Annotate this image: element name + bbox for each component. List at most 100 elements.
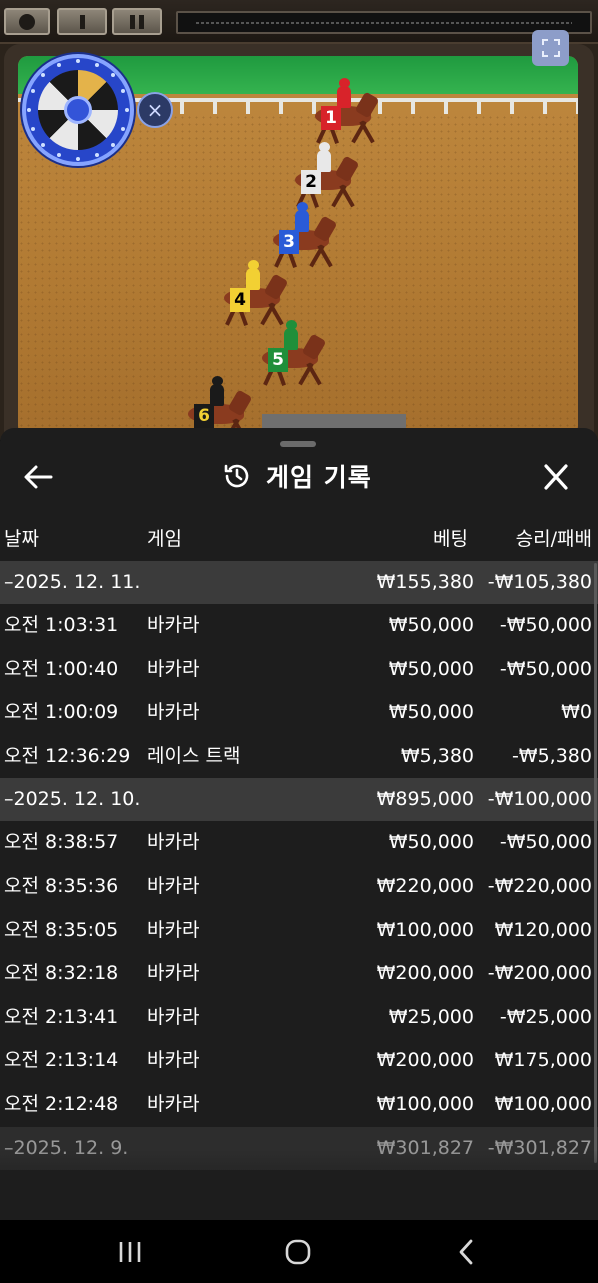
horse-number-badge: 2 <box>301 170 321 194</box>
row-win-loss: -₩220,000 <box>487 874 592 897</box>
row-game: 바카라 <box>147 701 200 724</box>
row-time: 오전 8:38:57 <box>4 831 119 854</box>
horse-number-badge: 1 <box>321 106 341 130</box>
record-icon <box>19 13 35 30</box>
fullscreen-icon <box>541 39 560 57</box>
row-time: 오전 12:36:29 <box>4 744 131 767</box>
race-ticker <box>176 11 592 34</box>
recent-apps-button[interactable] <box>112 1238 148 1266</box>
spin-wheel[interactable] <box>22 54 134 166</box>
column-header-win-loss: 승리/패배 <box>515 528 592 550</box>
row-bet: ₩50,000 <box>388 701 474 724</box>
sheet-header: 게임 기록 <box>0 448 598 504</box>
horse-number-badge: 3 <box>279 230 299 254</box>
horse-5: 5 <box>254 320 334 390</box>
wheel-close-button[interactable]: × <box>137 92 173 128</box>
horse-4: 4 <box>216 260 296 330</box>
table-header: 날짜 게임 베팅 승리/패배 <box>0 524 598 554</box>
close-icon: × <box>146 98 164 122</box>
game-top-bar <box>0 0 598 44</box>
table-row[interactable]: 오전 12:36:29 레이스 트랙 ₩5,380 -₩5,380 <box>0 735 598 779</box>
date-group-row[interactable]: –2025. 12. 11. ₩155,380 -₩105,380 <box>0 561 598 604</box>
home-icon <box>285 1239 311 1265</box>
table-row[interactable]: 오전 8:35:36 바카라 ₩220,000 -₩220,000 <box>0 865 598 909</box>
single-view-button[interactable] <box>57 8 107 35</box>
row-game: 바카라 <box>147 1092 200 1115</box>
scrollbar[interactable] <box>594 563 597 1163</box>
row-win-loss: -₩200,000 <box>487 962 592 985</box>
table-row[interactable]: 오전 2:13:14 바카라 ₩200,000 ₩175,000 <box>0 1039 598 1083</box>
table-row[interactable]: 오전 2:13:41 바카라 ₩25,000 -₩25,000 <box>0 996 598 1040</box>
date-group-bet-total: ₩155,380 <box>376 571 474 593</box>
history-table-body: –2025. 12. 11. ₩155,380 -₩105,380 오전 1:03:3… <box>0 561 598 1170</box>
table-row[interactable]: 오전 1:00:40 바카라 ₩50,000 -₩50,000 <box>0 648 598 692</box>
table-row[interactable]: 오전 1:03:31 바카라 ₩50,000 -₩50,000 <box>0 604 598 648</box>
row-time: 오전 1:00:09 <box>4 701 119 724</box>
record-button[interactable] <box>4 8 50 35</box>
arrow-left-icon <box>24 465 53 489</box>
home-button[interactable] <box>280 1238 316 1266</box>
row-win-loss: ₩120,000 <box>494 918 592 941</box>
horse-number-badge: 4 <box>230 288 250 312</box>
row-bet: ₩50,000 <box>388 614 474 636</box>
row-game: 바카라 <box>147 962 200 985</box>
row-game: 바카라 <box>147 831 200 854</box>
row-game: 바카라 <box>147 657 200 680</box>
row-bet: ₩25,000 <box>388 1005 474 1028</box>
row-time: 오전 8:32:18 <box>4 962 119 985</box>
history-icon <box>224 464 249 488</box>
row-game: 바카라 <box>147 1049 200 1072</box>
horse-3: 3 <box>265 202 345 272</box>
row-win-loss: ₩0 <box>561 701 592 724</box>
date-group-label: –2025. 12. 11. <box>4 571 141 593</box>
table-row[interactable]: 오전 8:38:57 바카라 ₩50,000 -₩50,000 <box>0 821 598 865</box>
column-header-date: 날짜 <box>4 528 39 550</box>
horse-number-badge: 5 <box>268 348 288 372</box>
pause-icon <box>128 14 146 29</box>
date-group-win-loss-total: -₩105,380 <box>487 571 592 593</box>
sheet-title-group: 게임 기록 <box>222 460 372 492</box>
wheel-hub <box>64 96 92 124</box>
row-bet: ₩100,000 <box>376 918 474 941</box>
system-nav-bar <box>0 1220 598 1283</box>
row-game: 바카라 <box>147 614 200 636</box>
row-time: 오전 1:03:31 <box>4 614 119 636</box>
row-game: 바카라 <box>147 918 200 941</box>
row-win-loss: -₩50,000 <box>499 657 592 680</box>
table-row[interactable]: 오전 8:35:05 바카라 ₩100,000 ₩120,000 <box>0 909 598 953</box>
column-header-game: 게임 <box>147 528 182 550</box>
back-button[interactable] <box>18 462 58 492</box>
table-row[interactable]: 오전 2:12:48 바카라 ₩100,000 ₩100,000 <box>0 1083 598 1127</box>
row-bet: ₩100,000 <box>376 1092 474 1115</box>
horse-number-badge: 6 <box>194 404 214 428</box>
pause-button[interactable] <box>112 8 162 35</box>
row-bet: ₩220,000 <box>376 874 474 897</box>
system-back-button[interactable] <box>452 1238 480 1266</box>
column-header-bet: 베팅 <box>433 528 468 550</box>
row-bet: ₩200,000 <box>376 1049 474 1072</box>
row-bet: ₩200,000 <box>376 962 474 985</box>
table-row[interactable]: 오전 1:00:09 바카라 ₩50,000 ₩0 <box>0 691 598 735</box>
sheet-drag-handle[interactable] <box>280 441 316 447</box>
row-win-loss: ₩100,000 <box>494 1092 592 1115</box>
sheet-title: 게임 기록 <box>266 463 372 492</box>
row-game: 바카라 <box>147 874 200 897</box>
table-row[interactable]: 오전 8:32:18 바카라 ₩200,000 -₩200,000 <box>0 952 598 996</box>
row-bet: ₩50,000 <box>388 831 474 854</box>
row-time: 오전 1:00:40 <box>4 657 119 680</box>
recent-apps-icon <box>119 1242 141 1262</box>
row-win-loss: -₩25,000 <box>499 1005 592 1028</box>
row-win-loss: -₩5,380 <box>511 744 592 767</box>
single-bar-icon <box>79 14 85 29</box>
chevron-left-icon <box>459 1239 473 1265</box>
row-time: 오전 2:13:14 <box>4 1049 119 1072</box>
row-win-loss: -₩50,000 <box>499 831 592 854</box>
horse-1: 1 <box>307 78 387 148</box>
fullscreen-button[interactable] <box>532 30 569 66</box>
game-history-sheet: 게임 기록 날짜 게임 베팅 승리/패배 –2025. 12. 11. ₩155,… <box>0 428 598 1220</box>
close-button[interactable] <box>536 460 576 494</box>
row-time: 오전 8:35:36 <box>4 874 119 897</box>
row-time: 오전 2:13:41 <box>4 1005 119 1028</box>
row-time: 오전 8:35:05 <box>4 918 119 941</box>
date-group-row[interactable]: –2025. 12. 10. ₩895,000 -₩100,000 <box>0 778 598 822</box>
